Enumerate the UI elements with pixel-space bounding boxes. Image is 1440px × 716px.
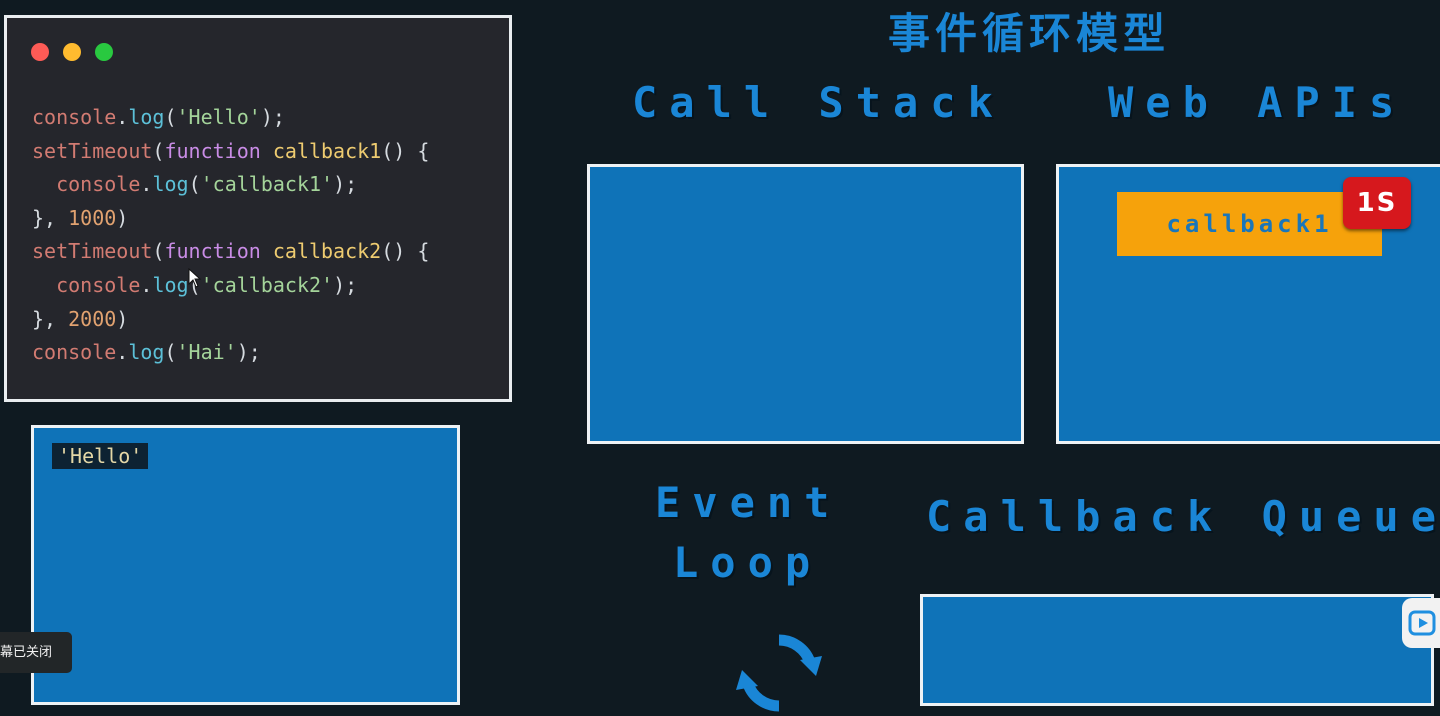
event-loop-slide: 事件循环模型 console.log('Hello'); setTimeout(f… bbox=[0, 0, 1440, 716]
code-token: console bbox=[56, 172, 141, 197]
event-loop-label-line2: Loop bbox=[673, 538, 823, 587]
code-token: ); bbox=[260, 105, 285, 129]
code-token: setTimeout bbox=[32, 239, 153, 264]
code-line: console.log('Hai'); bbox=[32, 336, 429, 370]
code-token: setTimeout bbox=[32, 138, 153, 163]
player-side-widget[interactable] bbox=[1402, 598, 1440, 648]
code-token: log bbox=[152, 172, 189, 197]
slide-title: 事件循环模型 bbox=[888, 9, 1171, 58]
code-token: }, bbox=[32, 205, 69, 230]
code-line: }, 2000) bbox=[32, 303, 429, 337]
code-token: . bbox=[140, 272, 153, 297]
window-close-dot bbox=[31, 43, 49, 61]
mouse-cursor-icon bbox=[188, 268, 202, 288]
code-token: callback1 bbox=[272, 138, 382, 163]
code-token: 2000 bbox=[68, 306, 117, 331]
call-stack-panel bbox=[587, 164, 1024, 444]
code-line: console.log('callback2'); bbox=[32, 269, 429, 303]
code-token: () { bbox=[381, 138, 430, 163]
code-token: ) bbox=[116, 205, 129, 230]
code-token: log bbox=[128, 105, 165, 129]
code-token: ( bbox=[152, 138, 165, 163]
code-token: callback2 bbox=[272, 239, 382, 264]
callback-queue-panel bbox=[920, 594, 1434, 706]
code-token: . bbox=[140, 172, 153, 197]
code-token: . bbox=[116, 105, 129, 129]
code-token: ); bbox=[236, 340, 261, 365]
call-stack-label: Call Stack bbox=[632, 78, 1005, 127]
code-line: console.log('callback1'); bbox=[32, 168, 429, 202]
code-token: function bbox=[164, 138, 261, 163]
code-token: ( bbox=[164, 105, 177, 129]
code-line: setTimeout(function callback2() { bbox=[32, 235, 429, 269]
code-token: ) bbox=[116, 306, 129, 331]
tv-play-icon bbox=[1408, 610, 1436, 636]
code-line: console.log('Hello'); bbox=[32, 101, 429, 135]
window-maximize-dot bbox=[95, 43, 113, 61]
console-output-panel: 'Hello' bbox=[31, 425, 460, 705]
code-editor-window: console.log('Hello'); setTimeout(function… bbox=[4, 15, 512, 402]
code-token: . bbox=[116, 340, 129, 365]
code-token: ); bbox=[333, 272, 358, 297]
code-token: }, bbox=[32, 306, 69, 331]
code-token: console bbox=[32, 105, 117, 129]
refresh-loop-icon bbox=[736, 634, 822, 712]
timer-badge: 1S bbox=[1343, 177, 1411, 229]
event-loop-label-line1: Event bbox=[655, 478, 842, 527]
code-token: () { bbox=[381, 239, 430, 264]
code-token: 'Hello' bbox=[176, 105, 261, 129]
window-minimize-dot bbox=[63, 43, 81, 61]
code-token: ( bbox=[188, 172, 201, 197]
code-token: 1000 bbox=[68, 205, 117, 230]
code-line: setTimeout(function callback1() { bbox=[32, 135, 429, 169]
console-output-item: 'Hello' bbox=[52, 443, 149, 469]
code-token: console bbox=[32, 340, 117, 365]
callback-queue-label: Callback Queue bbox=[926, 492, 1440, 541]
code-block: console.log('Hello'); setTimeout(function… bbox=[32, 101, 429, 370]
code-token: console bbox=[56, 272, 141, 297]
code-token: ( bbox=[164, 340, 177, 365]
code-token: log bbox=[152, 272, 189, 297]
code-token: ( bbox=[152, 239, 165, 264]
code-token: ); bbox=[333, 172, 358, 197]
code-token: log bbox=[128, 340, 165, 365]
code-token: function bbox=[164, 239, 261, 264]
code-line: }, 1000) bbox=[32, 202, 429, 236]
subtitle-toggle-button[interactable]: 幕已关闭 bbox=[0, 632, 72, 673]
code-token: 'callback1' bbox=[200, 172, 334, 197]
code-token: 'Hai' bbox=[176, 340, 237, 365]
web-apis-label: Web APIs bbox=[1108, 78, 1407, 127]
code-token: 'callback2' bbox=[200, 272, 334, 297]
